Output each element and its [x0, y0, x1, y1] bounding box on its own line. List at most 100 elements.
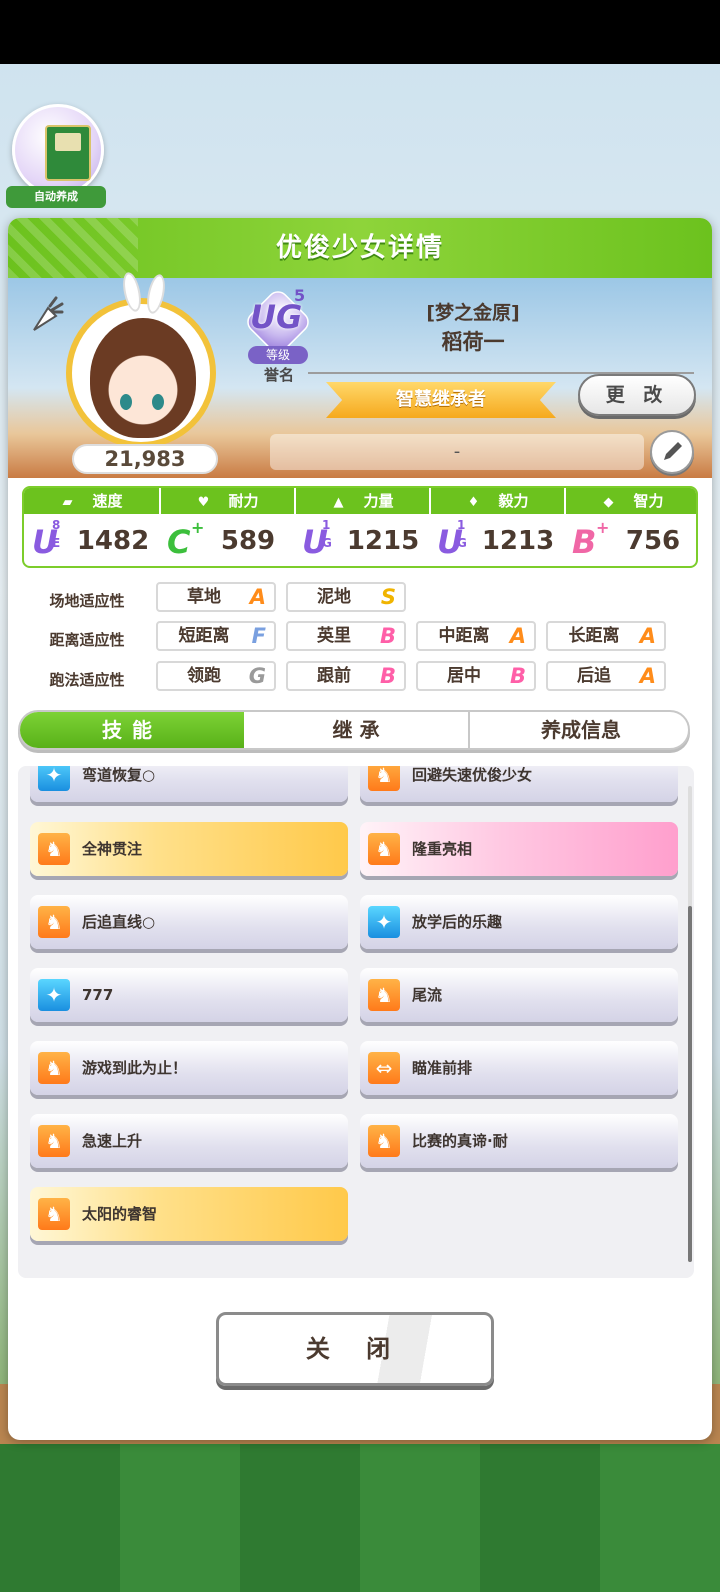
shoe-icon: ▰	[62, 495, 73, 510]
sparkle-skill-icon: ✦	[368, 906, 400, 938]
fans-count: 21,983	[72, 444, 218, 474]
horse-skill-icon: ♞	[38, 906, 70, 938]
auto-training-circle	[12, 104, 104, 196]
skill-card[interactable]: ♞ 后追直线○	[30, 895, 348, 949]
skill-card[interactable]: ♞ 隆重亮相	[360, 822, 678, 876]
carrot-icon	[33, 296, 64, 331]
stat-grade-num: 8	[52, 518, 61, 532]
stat-header: ♥ 耐力	[159, 488, 294, 514]
umamusume-detail-panel: 优俊少女详情 21,983 UG 5 等级 誉名 [梦之金原] 稻荷一 智慧继承	[8, 218, 712, 1440]
skill-card[interactable]: ♞ 太阳的睿智	[30, 1187, 348, 1241]
skill-card[interactable]: ✦ 放学后的乐趣	[360, 895, 678, 949]
status-bar-area	[0, 0, 720, 64]
stat-header: ▰ 速度	[24, 488, 159, 514]
horse-skill-icon: ♞	[368, 833, 400, 865]
aptitude-short: 短距离 F	[156, 621, 276, 651]
skill-card[interactable]: ♞ 回避失速优俊少女	[360, 766, 678, 802]
close-button[interactable]: 关 闭	[216, 1312, 494, 1386]
style-aptitude-label: 跑法适应性	[49, 671, 125, 689]
character-name: 稻荷一	[441, 330, 505, 354]
skill-card[interactable]: ✦ 弯道恢复○	[30, 766, 348, 802]
horse-skill-icon: ♞	[38, 1052, 70, 1084]
stat-guts: ♦ 毅力 U 1 G 1213	[429, 488, 564, 566]
stat-wisdom: ◆ 智力 B + 756	[564, 488, 696, 566]
horse-skill-icon: ♞	[38, 1125, 70, 1157]
arrows-skill-icon: ⇔	[368, 1052, 400, 1084]
character-title: [梦之金原]	[426, 302, 520, 324]
stat-grade: U	[437, 523, 463, 561]
edit-memo-button[interactable]	[650, 430, 694, 474]
stat-header: ▲ 力量	[294, 488, 429, 514]
skill-card[interactable]: ✦ 777	[30, 968, 348, 1022]
skills-list: ✦ 弯道恢复○ ♞ 回避失速优俊少女 ♞ 全神贯注 ♞ 隆重亮相 ♞ 后追直线○…	[18, 766, 694, 1278]
stat-value: 1213	[481, 526, 555, 556]
stat-grade-num: 1	[322, 518, 331, 532]
stat-header: ◆ 智力	[564, 488, 696, 514]
horse-skill-icon: ♞	[38, 1198, 70, 1230]
horse-skill-icon: ♞	[368, 766, 400, 791]
stat-grade: U	[32, 523, 58, 561]
title-banner: 智慧继承者	[326, 382, 556, 418]
horse-skill-icon: ♞	[368, 979, 400, 1011]
aptitude-long: 长距离 A	[546, 621, 666, 651]
aptitude-late: 居中 B	[416, 661, 536, 691]
stat-header: ♦ 毅力	[429, 488, 564, 514]
skill-card[interactable]: ♞ 比赛的真谛·耐	[360, 1114, 678, 1168]
stat-value: 1215	[346, 526, 420, 556]
stats-table: ▰ 速度 U 8 E 1482 ♥ 耐力 C + 589 ▲ 力量 U 1 G 121…	[22, 486, 698, 568]
aptitude-front: 领跑 G	[156, 661, 276, 691]
distance-aptitude-label: 距离适应性	[49, 631, 125, 649]
pencil-icon	[664, 442, 682, 460]
aptitude-dirt: 泥地 S	[286, 582, 406, 612]
skill-card[interactable]: ♞ 急速上升	[30, 1114, 348, 1168]
scrollbar-thumb[interactable]	[688, 906, 692, 1262]
tab-training-info[interactable]: 养成信息	[470, 712, 688, 748]
flame-icon: ♦	[467, 495, 480, 510]
profile-section: 21,983 UG 5 等级 誉名 [梦之金原] 稻荷一 智慧继承者 更 改 -	[8, 270, 712, 478]
detail-tabs: 技能 继 承 养成信息	[18, 710, 690, 750]
stat-grade: U	[302, 523, 328, 561]
stat-grade-num: 1	[457, 518, 466, 532]
tab-skills[interactable]: 技能	[20, 712, 244, 748]
change-title-button[interactable]: 更 改	[578, 374, 696, 416]
tab-inheritance[interactable]: 继 承	[244, 712, 468, 748]
sparkle-skill-icon: ✦	[38, 766, 70, 791]
memo-field: -	[270, 434, 644, 470]
stat-speed: ▰ 速度 U 8 E 1482	[24, 488, 159, 566]
stat-grade-sub: G	[457, 536, 467, 550]
avatar-eye	[152, 394, 164, 410]
field-aptitude-label: 场地适应性	[49, 592, 125, 610]
skill-card[interactable]: ⇔ 瞄准前排	[360, 1041, 678, 1095]
horse-skill-icon: ♞	[38, 833, 70, 865]
aptitude-medium: 中距离 A	[416, 621, 536, 651]
stat-value: 589	[220, 526, 276, 556]
rank-subtitle: 誉名	[263, 366, 294, 384]
rank-badge[interactable]: UG 5 等级	[240, 286, 316, 364]
avatar-portrait	[90, 318, 196, 438]
book-icon	[45, 125, 91, 181]
background-grass	[0, 1444, 720, 1592]
horse-skill-icon: ♞	[368, 1125, 400, 1157]
skill-card[interactable]: ♞ 尾流	[360, 968, 678, 1022]
arm-icon: ▲	[333, 495, 344, 510]
aptitude-pace: 跟前 B	[286, 661, 406, 691]
rabbit-ears-icon	[116, 270, 176, 316]
rank-tag: 等级	[248, 346, 308, 364]
sparkle-skill-icon: ✦	[38, 979, 70, 1011]
aptitude-turf: 草地 A	[156, 582, 276, 612]
stat-grade-sub: G	[322, 536, 332, 550]
aptitude-mile: 英里 B	[286, 621, 406, 651]
auto-training-button[interactable]: 自动养成	[4, 104, 108, 208]
stat-value: 1482	[76, 526, 150, 556]
avatar[interactable]	[66, 298, 216, 448]
page-title: 优俊少女详情	[275, 233, 444, 263]
skill-card[interactable]: ♞ 游戏到此为止！	[30, 1041, 348, 1095]
aptitude-end: 后追 A	[546, 661, 666, 691]
skill-card[interactable]: ♞ 全神贯注	[30, 822, 348, 876]
stat-power: ▲ 力量 U 1 G 1215	[294, 488, 429, 566]
heart-icon: ♥	[197, 495, 210, 510]
stat-grade-sub: E	[52, 536, 61, 550]
stat-value: 756	[625, 526, 681, 556]
title-bar: 优俊少女详情	[8, 218, 712, 278]
auto-training-label: 自动养成	[6, 186, 106, 208]
